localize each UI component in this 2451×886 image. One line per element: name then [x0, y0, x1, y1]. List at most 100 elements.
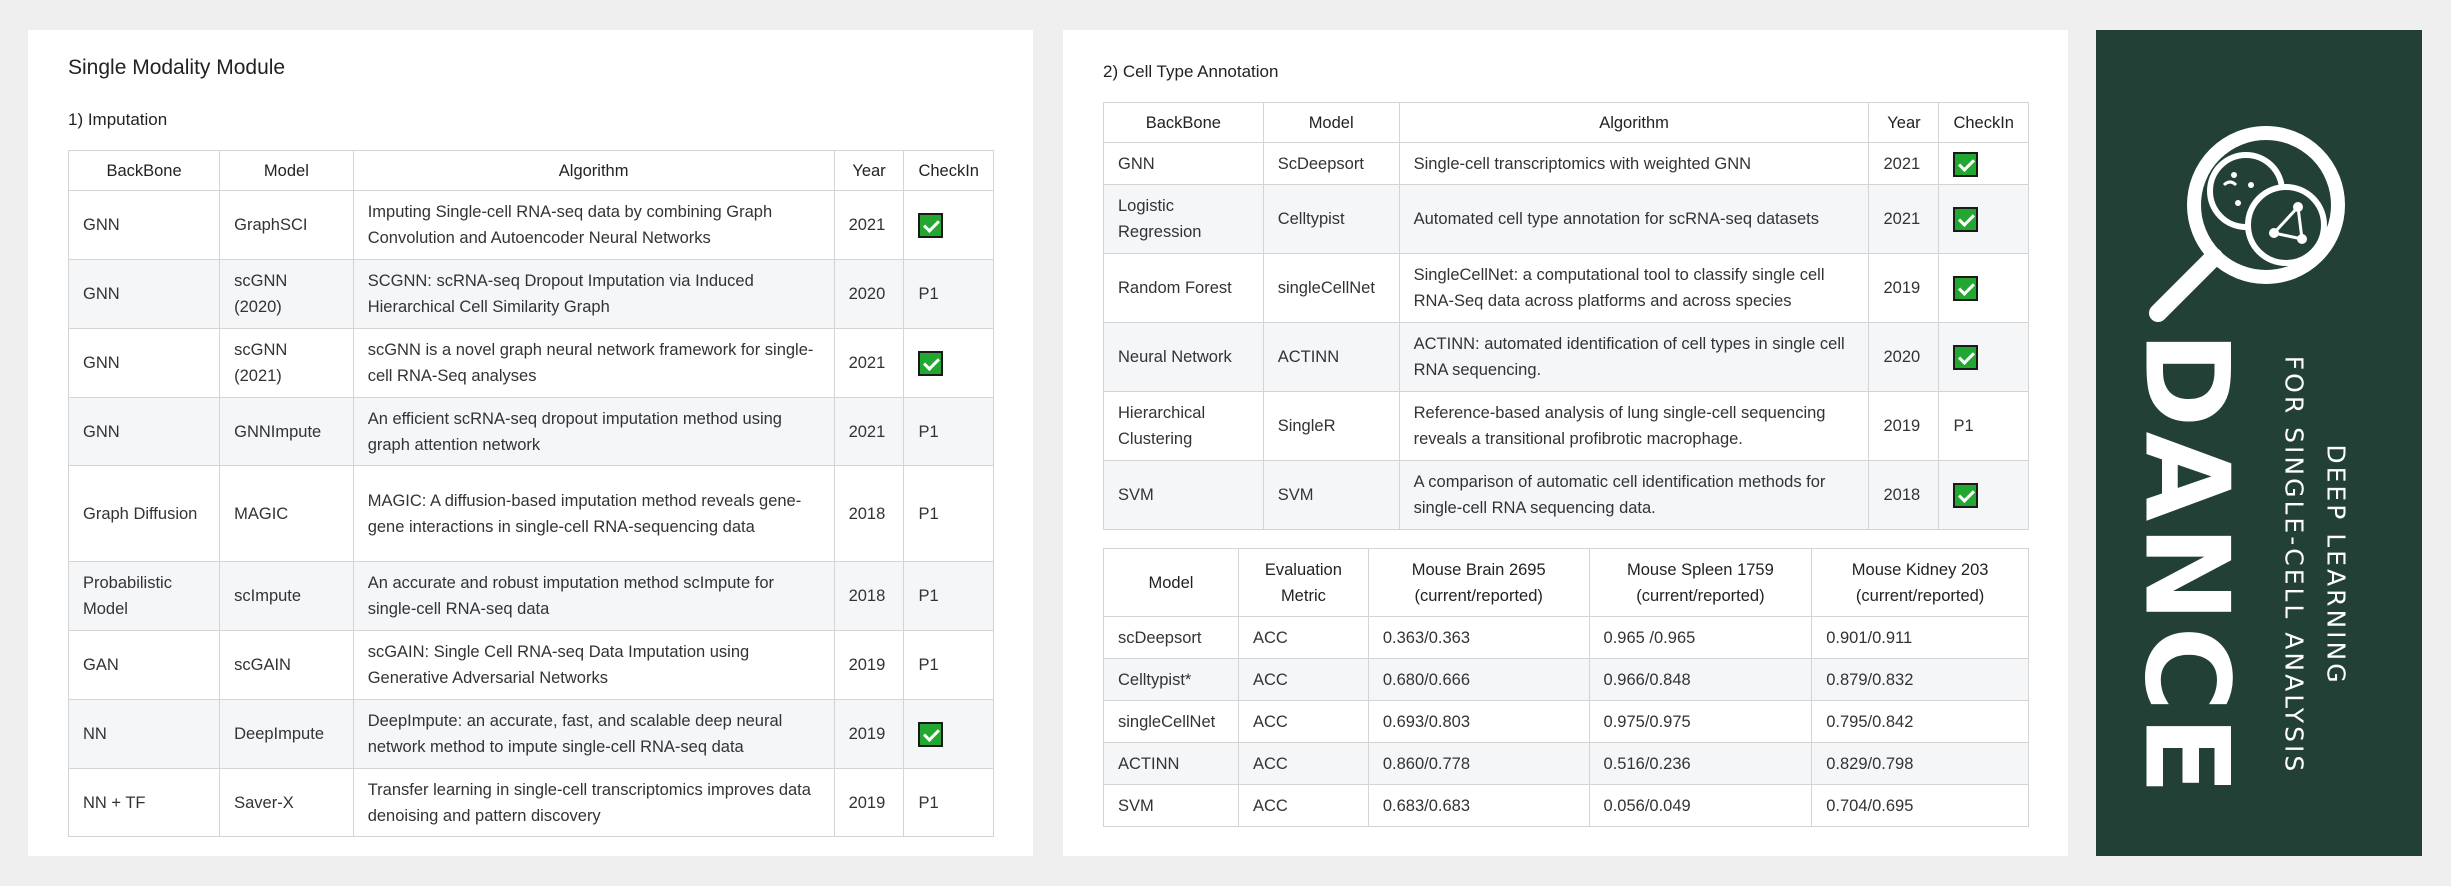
- cell-kidney: 0.829/0.798: [1811, 742, 2029, 785]
- cell-model: DeepImpute: [219, 699, 354, 769]
- cell-algorithm: scGAIN: Single Cell RNA-seq Data Imputat…: [352, 630, 835, 700]
- cell-year: 2021: [833, 328, 905, 398]
- check-icon: [1953, 151, 1979, 177]
- cell-metric: ACC: [1237, 616, 1369, 659]
- cell-backbone: SVM: [1103, 460, 1264, 530]
- cell-kidney: 0.704/0.695: [1811, 784, 2029, 827]
- cell-model: GraphSCI: [219, 190, 354, 260]
- header-algorithm: Algorithm: [352, 150, 835, 191]
- cell-algorithm: Transfer learning in single-cell transcr…: [352, 768, 835, 837]
- cell-year: 2021: [833, 397, 905, 466]
- cell-metric: ACC: [1237, 658, 1369, 701]
- cell-algorithm: MAGIC: A diffusion-based imputation meth…: [352, 465, 835, 562]
- table-row: singleCellNet ACC 0.693/0.803 0.975/0.975 0.…: [1103, 700, 2029, 743]
- table-row: GAN scGAIN scGAIN: Single Cell RNA-seq Dat…: [67, 630, 994, 700]
- cell-brain: 0.680/0.666: [1367, 658, 1590, 701]
- cell-algorithm: SCGNN: scRNA-seq Dropout Imputation via …: [352, 259, 835, 329]
- cell-metric: ACC: [1237, 700, 1369, 743]
- cell-year: 2021: [1868, 184, 1940, 254]
- check-icon: [1953, 483, 1979, 509]
- cell-model: Celltypist*: [1103, 658, 1239, 701]
- cell-backbone: Probabilistic Model: [67, 561, 221, 631]
- cell-backbone: Graph Diffusion: [67, 465, 221, 562]
- cell-year: 2019: [1868, 391, 1940, 461]
- header-mouse-spleen: Mouse Spleen 1759 (current/reported): [1588, 548, 1813, 617]
- cell-metric: ACC: [1237, 784, 1369, 827]
- cell-model: singleCellNet: [1103, 700, 1239, 743]
- cell-brain: 0.860/0.778: [1367, 742, 1590, 785]
- magnifier-cells-icon: [2146, 115, 2356, 330]
- cell-checkin: P1: [903, 768, 994, 837]
- cell-model: SVM: [1103, 784, 1239, 827]
- cell-model: ACTINN: [1262, 322, 1400, 392]
- cell-checkin: [903, 190, 994, 260]
- check-icon: [918, 213, 944, 239]
- cell-backbone: GNN: [67, 397, 221, 466]
- cell-model: ScDeepsort: [1262, 142, 1400, 185]
- cell-year: 2021: [833, 190, 905, 260]
- cell-algorithm: DeepImpute: an accurate, fast, and scala…: [352, 699, 835, 769]
- header-mouse-kidney: Mouse Kidney 203 (current/reported): [1811, 548, 2029, 617]
- cell-model: scImpute: [219, 561, 354, 631]
- cell-checkin: [1938, 253, 2029, 323]
- dance-wordmark: DANCE: [2118, 331, 2254, 799]
- header-checkin: CheckIn: [1938, 102, 2029, 143]
- cell-checkin: [1938, 184, 2029, 254]
- cell-backbone: GAN: [67, 630, 221, 700]
- header-mouse-brain: Mouse Brain 2695 (current/reported): [1367, 548, 1590, 617]
- check-icon: [1953, 207, 1979, 233]
- check-icon: [918, 351, 944, 377]
- cell-checkin: [903, 699, 994, 769]
- cell-backbone: GNN: [67, 259, 221, 329]
- table-row: Neural Network ACTINN ACTINN: automated id…: [1103, 322, 2029, 392]
- cell-algorithm: scGNN is a novel graph neural network fr…: [352, 328, 835, 398]
- cell-model: Saver-X: [219, 768, 354, 837]
- section-title-cell-type: 2) Cell Type Annotation: [1103, 62, 1279, 81]
- cell-model: scGAIN: [219, 630, 354, 700]
- imputation-table: BackBone Model Algorithm Year CheckIn GN…: [67, 150, 994, 837]
- cell-brain: 0.693/0.803: [1367, 700, 1590, 743]
- header-year: Year: [1868, 102, 1940, 143]
- evaluation-table: Model Evaluation Metric Mouse Brain 2695…: [1103, 548, 2029, 827]
- cell-year: 2018: [1868, 460, 1940, 530]
- cell-year: 2018: [833, 465, 905, 562]
- cell-model: scDeepsort: [1103, 616, 1239, 659]
- table-row: Celltypist* ACC 0.680/0.666 0.966/0.848 0.87…: [1103, 658, 2029, 701]
- check-icon: [918, 722, 944, 748]
- cell-backbone: GNN: [67, 190, 221, 260]
- table-row: NN + TF Saver-X Transfer learning in singl…: [67, 768, 994, 837]
- header-backbone: BackBone: [67, 150, 221, 191]
- cell-spleen: 0.056/0.049: [1588, 784, 1813, 827]
- cell-model: SVM: [1262, 460, 1400, 530]
- table-header-row: Model Evaluation Metric Mouse Brain 2695…: [1103, 548, 2029, 617]
- cell-checkin: [1938, 142, 2029, 185]
- cell-checkin: P1: [903, 561, 994, 631]
- cell-backbone: Logistic Regression: [1103, 184, 1264, 254]
- table-row: SVM ACC 0.683/0.683 0.056/0.049 0.704/0.695: [1103, 784, 2029, 827]
- cell-type-annotation-panel: 2) Cell Type Annotation BackBone Model A…: [1063, 30, 2068, 856]
- cell-model: singleCellNet: [1262, 253, 1400, 323]
- cell-algorithm: Automated cell type annotation for scRNA…: [1398, 184, 1870, 254]
- header-checkin: CheckIn: [903, 150, 994, 191]
- header-eval-model: Model: [1103, 548, 1239, 617]
- header-model: Model: [1262, 102, 1400, 143]
- cell-checkin: P1: [903, 397, 994, 466]
- check-icon: [1953, 276, 1979, 302]
- table-row: Random Forest singleCellNet SingleCellNet:…: [1103, 253, 2029, 323]
- cell-model: Celltypist: [1262, 184, 1400, 254]
- cell-year: 2020: [833, 259, 905, 329]
- cell-kidney: 0.879/0.832: [1811, 658, 2029, 701]
- cell-year: 2019: [833, 699, 905, 769]
- cell-year: 2018: [833, 561, 905, 631]
- cell-backbone: Random Forest: [1103, 253, 1264, 323]
- cell-checkin: [1938, 322, 2029, 392]
- cell-checkin: [1938, 460, 2029, 530]
- module-title: Single Modality Module: [68, 56, 286, 79]
- cell-spleen: 0.966/0.848: [1588, 658, 1813, 701]
- table-row: GNN scGNN (2020) SCGNN: scRNA-seq Dropout …: [67, 259, 994, 329]
- cell-algorithm: An efficient scRNA-seq dropout imputatio…: [352, 397, 835, 466]
- cell-backbone: Hierarchical Clustering: [1103, 391, 1264, 461]
- imputation-panel: Single Modality Module 1) Imputation Bac…: [28, 30, 1033, 856]
- cell-model: SingleR: [1262, 391, 1400, 461]
- cell-checkin: P1: [1938, 391, 2029, 461]
